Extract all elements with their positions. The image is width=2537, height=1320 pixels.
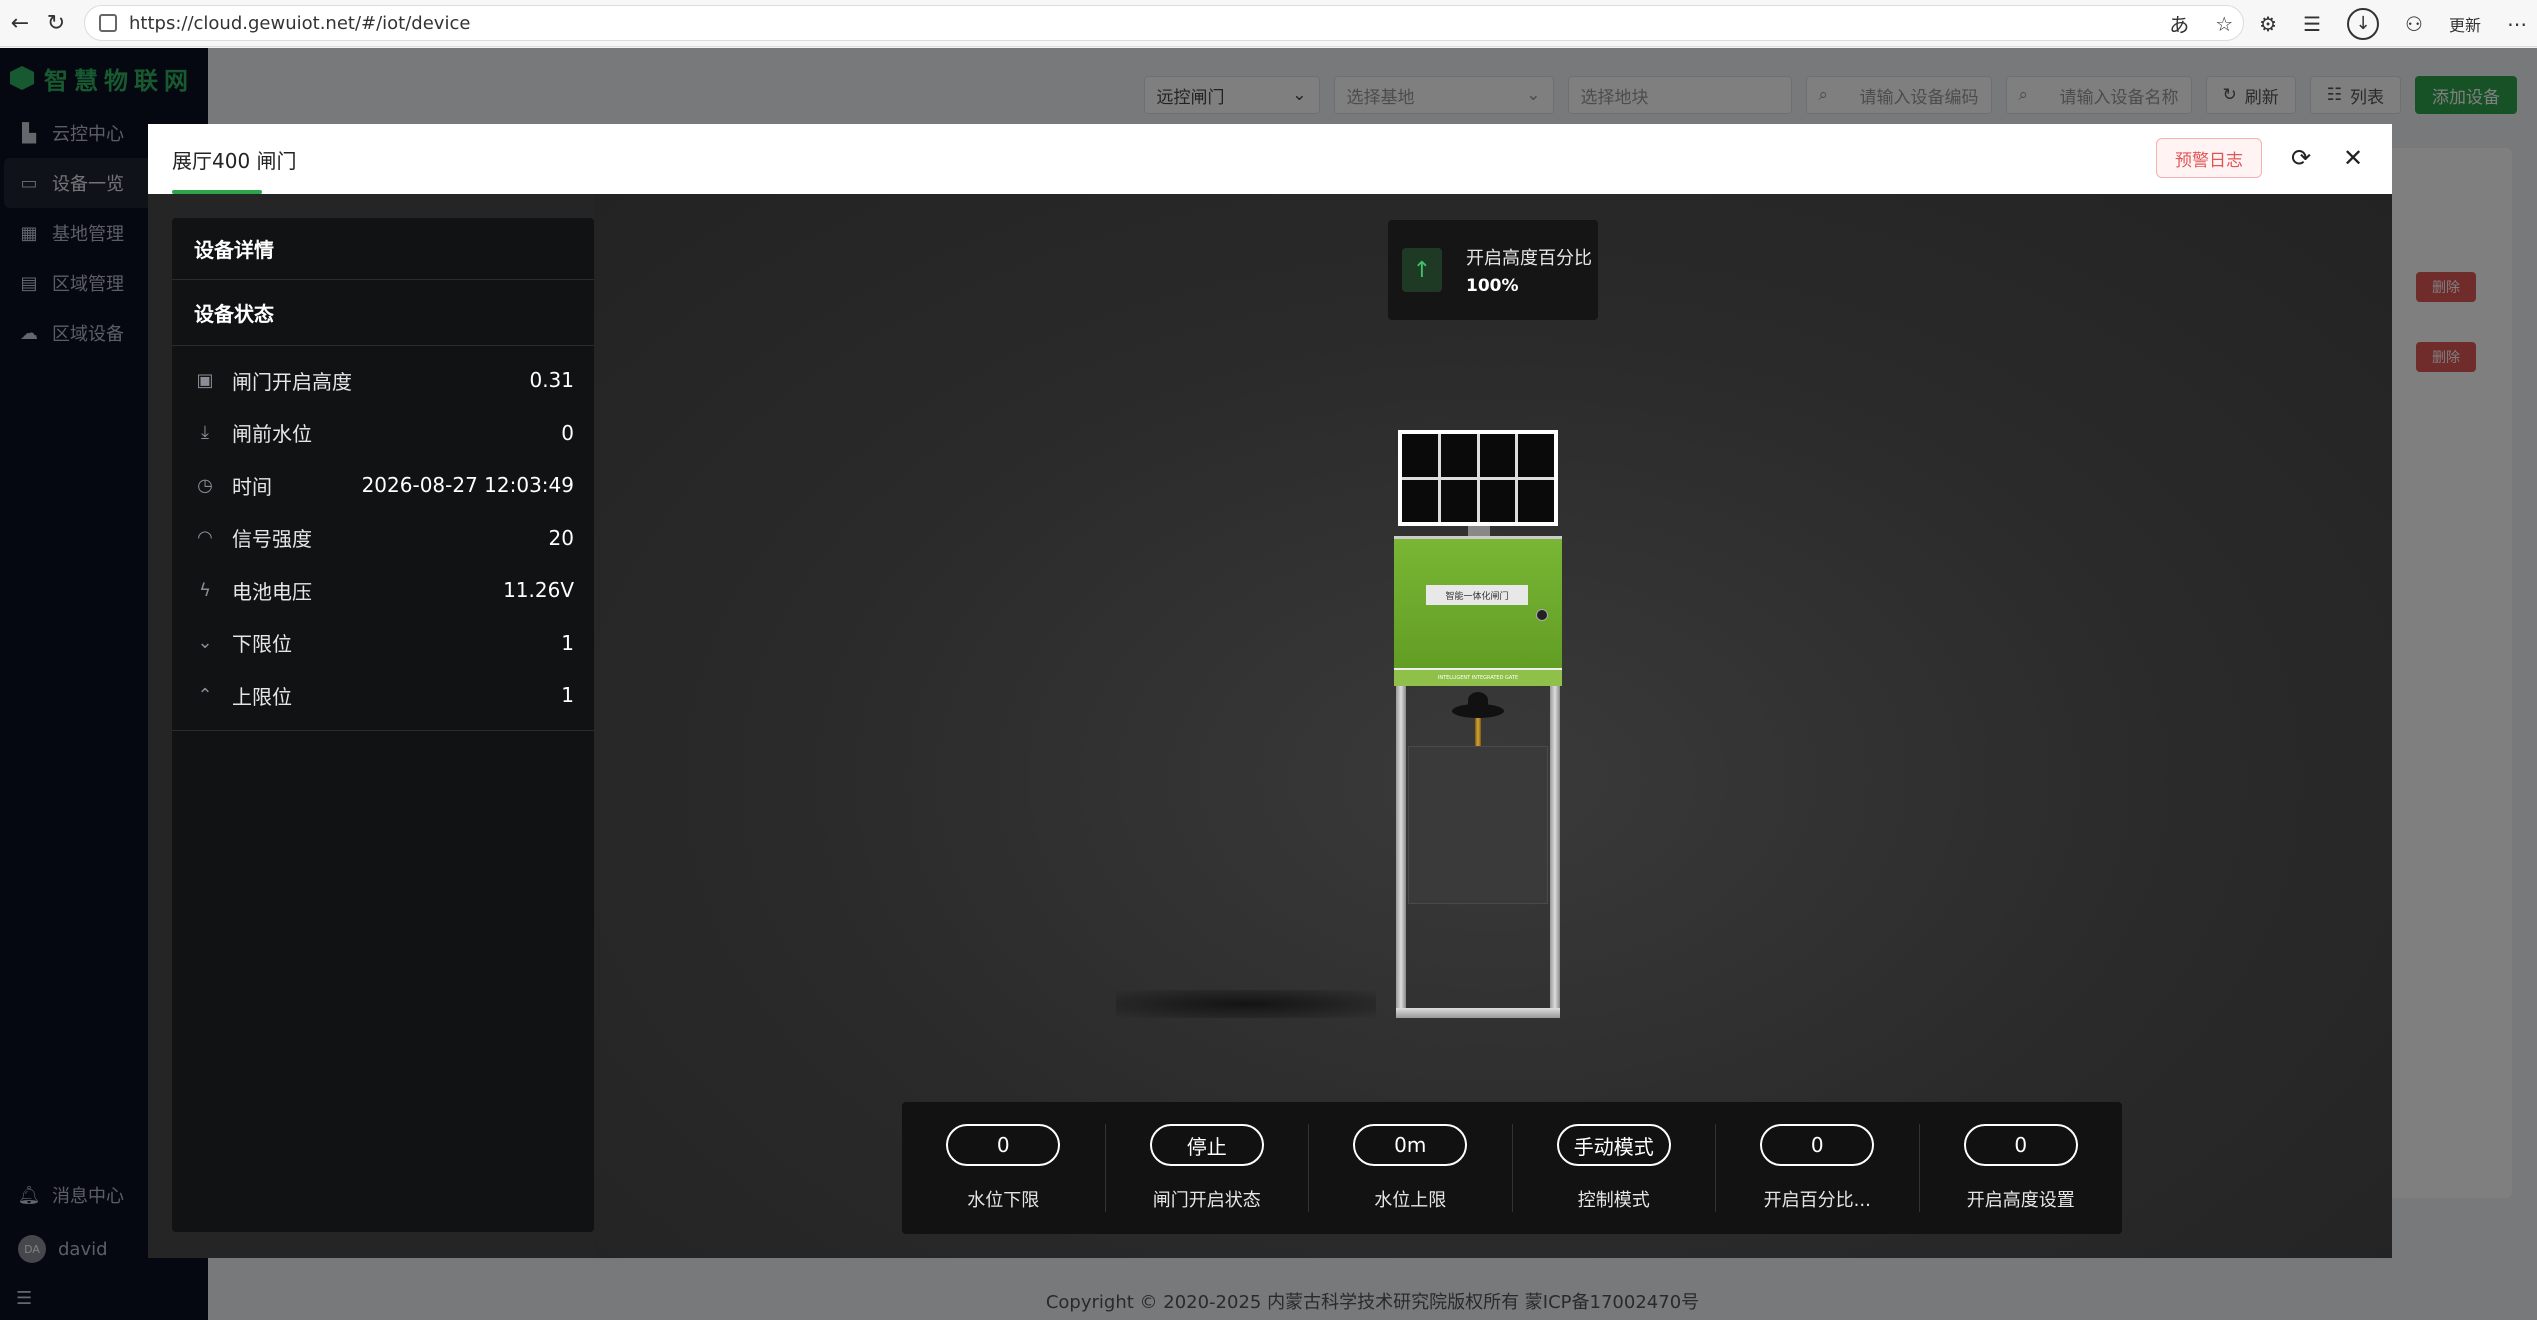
browser-toolbar: ← ↻ https://cloud.gewuiot.net/#/iot/devi… — [0, 0, 2537, 47]
cabinet-lock — [1536, 609, 1548, 621]
status-row-gate-height: ▣ 闸门开启高度 0.31 — [172, 354, 594, 407]
status-label: 闸门开启高度 — [232, 369, 352, 394]
status-value: 1 — [561, 683, 574, 708]
modal-actions: 预警日志 ⟳ ✕ — [2156, 138, 2366, 178]
control-bar: 0 水位下限 停止 闸门开启状态 0m 水位上限 手动模式 控制模式 0 开启百… — [902, 1102, 2122, 1234]
control-label: 闸门开启状态 — [1152, 1190, 1261, 1211]
lead-screw — [1475, 718, 1481, 746]
control-open-percent: 0 开启百分比... — [1716, 1124, 1920, 1212]
status-label: 上限位 — [232, 684, 292, 709]
cabinet-sign: 智能一体化闸门 — [1426, 585, 1528, 605]
status-value: 20 — [548, 525, 574, 550]
modal-title[interactable]: 展厅400 闸门 — [172, 145, 297, 174]
control-label: 水位上限 — [1374, 1190, 1447, 1211]
control-label: 控制模式 — [1577, 1190, 1650, 1211]
wifi-icon: ◠ — [197, 527, 213, 549]
gate-shadow — [1116, 990, 1376, 1018]
active-tab-indicator — [172, 190, 262, 194]
chevron-down-icon: ⌄ — [197, 632, 213, 654]
reload-icon[interactable]: ↻ — [40, 7, 72, 39]
control-value-pill[interactable]: 0 — [1760, 1124, 1875, 1166]
browser-actions: あ ☆ ⚙ ☰ ↓ ⚇ 更新 ⋯ — [2169, 0, 2527, 47]
badge-label: 开启高度百分比 — [1466, 248, 1592, 269]
clock-icon: ◷ — [197, 474, 213, 496]
lightning-icon: ϟ — [199, 579, 211, 601]
gate-sill — [1396, 1008, 1560, 1018]
cabinet-strip: INTELLIGENT INTEGRATED GATE — [1394, 668, 1562, 686]
status-value: 0.31 — [529, 368, 574, 393]
status-list: ▣ 闸门开启高度 0.31 ⤓ 闸前水位 0 ◷ 时间 2026-08-27 1… — [172, 346, 594, 731]
arrow-up-icon: ↑ — [1402, 248, 1442, 292]
site-info-icon[interactable] — [99, 14, 117, 32]
modal-header: 展厅400 闸门 预警日志 ⟳ ✕ — [148, 124, 2392, 194]
control-label: 水位下限 — [967, 1190, 1040, 1211]
url-text: https://cloud.gewuiot.net/#/iot/device — [129, 12, 471, 34]
status-label: 信号强度 — [232, 527, 312, 552]
badge-value: 100% — [1466, 276, 1519, 296]
more-icon[interactable]: ⋯ — [2507, 12, 2527, 36]
back-icon[interactable]: ← — [4, 7, 36, 39]
control-value-pill[interactable]: 0 — [946, 1124, 1061, 1166]
control-label: 开启高度设置 — [1966, 1190, 2075, 1211]
chevron-up-icon: ⌃ — [197, 684, 213, 706]
status-label: 电池电压 — [232, 579, 312, 604]
control-value-pill[interactable]: 0m — [1353, 1124, 1468, 1166]
close-icon[interactable]: ✕ — [2340, 144, 2366, 172]
status-row-battery: ϟ 电池电压 11.26V — [172, 564, 594, 617]
solar-mount — [1468, 526, 1490, 536]
control-open-height: 0 开启高度设置 — [1920, 1124, 2123, 1212]
control-water-lower-limit: 0 水位下限 — [902, 1124, 1106, 1212]
gate-post-right — [1550, 686, 1560, 1016]
solar-panel — [1398, 430, 1558, 526]
download-icon: ⤓ — [201, 422, 209, 444]
status-label: 闸前水位 — [232, 422, 312, 447]
status-label: 时间 — [232, 474, 272, 499]
status-row-upper-limit: ⌃ 上限位 1 — [172, 669, 594, 722]
status-row-lower-limit: ⌄ 下限位 1 — [172, 617, 594, 670]
device-detail-panel: 设备详情 设备状态 ▣ 闸门开启高度 0.31 ⤓ 闸前水位 0 ◷ 时间 20… — [172, 218, 594, 1232]
control-cabinet: 智能一体化闸门 INTELLIGENT INTEGRATED GATE — [1394, 536, 1562, 686]
refresh-icon[interactable]: ⟳ — [2288, 144, 2314, 172]
control-water-upper-limit: 0m 水位上限 — [1309, 1124, 1513, 1212]
address-bar[interactable]: https://cloud.gewuiot.net/#/iot/device — [84, 5, 2244, 41]
control-label: 开启百分比... — [1763, 1190, 1871, 1211]
monitor-icon: ▣ — [196, 369, 214, 391]
gate-post-left — [1396, 686, 1406, 1016]
extensions-icon[interactable]: ⚙ — [2259, 12, 2277, 36]
control-value-pill[interactable]: 手动模式 — [1556, 1124, 1671, 1166]
translate-icon[interactable]: あ — [2169, 9, 2189, 38]
details-title: 设备详情 — [172, 218, 594, 280]
download-icon[interactable]: ↓ — [2347, 7, 2380, 40]
device-detail-modal: 展厅400 闸门 预警日志 ⟳ ✕ 设备详情 设备状态 ▣ 闸门开启高度 0.3… — [148, 124, 2392, 1258]
control-value-pill[interactable]: 0 — [1963, 1124, 2078, 1166]
favorites-icon[interactable]: ☰ — [2303, 12, 2321, 36]
star-icon[interactable]: ☆ — [2215, 12, 2233, 36]
status-row-water-level: ⤓ 闸前水位 0 — [172, 407, 594, 460]
gate-leaf — [1408, 746, 1548, 904]
status-row-time: ◷ 时间 2026-08-27 12:03:49 — [172, 459, 594, 512]
profile-icon[interactable]: ⚇ — [2405, 12, 2423, 36]
status-row-signal: ◠ 信号强度 20 — [172, 512, 594, 565]
open-percent-badge: ↑ 开启高度百分比 100% — [1388, 220, 1598, 320]
status-value: 1 — [561, 630, 574, 655]
control-mode: 手动模式 控制模式 — [1513, 1124, 1716, 1212]
control-value-pill[interactable]: 停止 — [1149, 1124, 1264, 1166]
handwheel — [1452, 704, 1504, 718]
warning-log-button[interactable]: 预警日志 — [2156, 138, 2262, 178]
control-gate-state: 停止 闸门开启状态 — [1106, 1124, 1309, 1212]
status-value: 2026-08-27 12:03:49 — [361, 473, 574, 498]
update-button[interactable]: 更新 — [2449, 12, 2481, 36]
gate-illustration: 智能一体化闸门 INTELLIGENT INTEGRATED GATE — [1116, 430, 1626, 1018]
status-label: 下限位 — [232, 632, 292, 657]
status-title: 设备状态 — [172, 280, 594, 346]
status-value: 11.26V — [503, 578, 574, 603]
status-value: 0 — [561, 420, 574, 445]
